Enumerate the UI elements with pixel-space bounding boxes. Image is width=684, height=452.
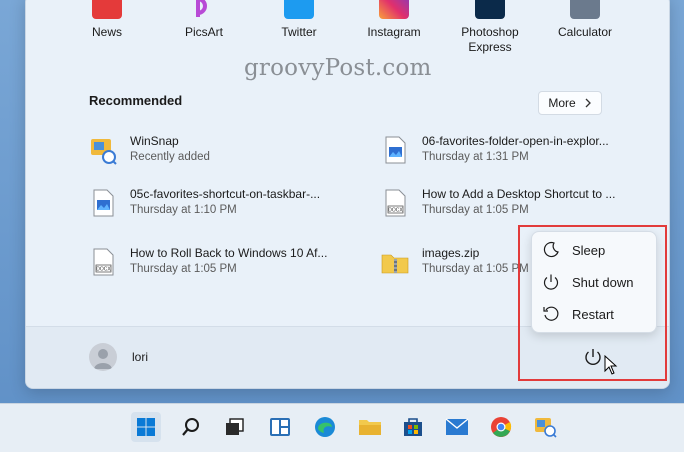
twitter-icon — [284, 0, 314, 19]
task-view-icon — [226, 418, 244, 435]
mouse-cursor-icon — [604, 355, 618, 375]
pinned-app-twitter[interactable]: Twitter — [254, 0, 344, 40]
recommended-item-name: How to Roll Back to Windows 10 Af... — [130, 246, 328, 260]
recommended-item-winsnap[interactable]: WinSnap Recently added — [89, 133, 329, 167]
recommended-item-06-favorites[interactable]: 06-favorites-folder-open-in-explor... Th… — [381, 133, 651, 167]
pinned-app-picsart[interactable]: PicsArt — [159, 0, 249, 40]
recommended-item-time: Thursday at 1:05 PM — [422, 204, 529, 216]
watermark: groovyPost.com — [244, 55, 432, 81]
pinned-app-label: Twitter — [281, 25, 317, 39]
highlight-annotation-box — [518, 225, 667, 381]
pinned-app-photoshop-express[interactable]: Photoshop Express — [445, 0, 535, 55]
file-explorer-button[interactable] — [355, 412, 385, 442]
recommended-item-name: How to Add a Desktop Shortcut to ... — [422, 187, 616, 201]
winsnap-icon — [91, 139, 117, 165]
recommended-item-time: Recently added — [130, 151, 210, 163]
recommended-item-name: images.zip — [422, 246, 480, 260]
recommended-item-roll-back[interactable]: DOCX How to Roll Back to Windows 10 Af..… — [89, 245, 359, 279]
svg-text:DOCX: DOCX — [388, 208, 403, 214]
picsart-icon — [189, 0, 219, 19]
pinned-app-calculator[interactable]: Calculator — [540, 0, 630, 40]
pinned-app-label: PicsArt — [184, 25, 223, 39]
pinned-app-label: Calculator — [557, 25, 613, 39]
docx-file-icon: DOCX — [93, 248, 114, 276]
more-button[interactable]: More — [538, 91, 602, 115]
docx-file-icon: DOCX — [385, 189, 406, 217]
edge-icon — [315, 417, 335, 437]
edge-button[interactable] — [310, 412, 340, 442]
pinned-apps-row: News PicsArt Twitter Instagram Photoshop… — [26, 0, 669, 55]
recommended-heading: Recommended — [89, 93, 183, 108]
pinned-app-label: Instagram — [367, 25, 421, 39]
image-file-icon — [385, 136, 406, 164]
pinned-app-news[interactable]: News — [62, 0, 152, 40]
calculator-icon — [570, 0, 600, 19]
recommended-item-05c-favorites[interactable]: 05c-favorites-shortcut-on-taskbar-... Th… — [89, 186, 359, 220]
recommended-item-name: WinSnap — [130, 134, 179, 148]
mail-button[interactable] — [442, 412, 472, 442]
image-file-icon — [93, 189, 114, 217]
pinned-app-label: News — [91, 25, 122, 39]
search-button[interactable] — [176, 412, 206, 442]
user-name[interactable]: lori — [132, 350, 148, 364]
recommended-item-name: 06-favorites-folder-open-in-explor... — [422, 134, 609, 148]
start-icon — [137, 418, 155, 436]
chrome-button[interactable] — [486, 412, 516, 442]
search-icon — [182, 418, 199, 436]
chevron-right-icon — [585, 98, 591, 108]
taskbar — [0, 403, 684, 452]
recommended-item-time: Thursday at 1:05 PM — [422, 263, 529, 275]
pinned-app-instagram[interactable]: Instagram — [349, 0, 439, 40]
user-icon — [94, 349, 112, 369]
widgets-icon — [270, 418, 290, 436]
recommended-item-desktop-shortcut[interactable]: DOCX How to Add a Desktop Shortcut to ..… — [381, 186, 651, 220]
recommended-item-time: Thursday at 1:31 PM — [422, 151, 529, 163]
recommended-item-time: Thursday at 1:10 PM — [130, 204, 237, 216]
zip-folder-icon — [381, 254, 409, 274]
recommended-item-name: 05c-favorites-shortcut-on-taskbar-... — [130, 187, 321, 201]
task-view-button[interactable] — [220, 412, 250, 442]
more-button-label: More — [548, 96, 576, 110]
instagram-icon — [379, 0, 409, 19]
pinned-app-label: Photoshop Express — [461, 25, 519, 54]
news-icon — [92, 0, 122, 19]
winsnap-taskbar-button[interactable] — [530, 412, 560, 442]
file-explorer-icon — [359, 420, 381, 435]
winsnap-icon — [535, 418, 557, 438]
store-icon — [404, 418, 422, 436]
recommended-item-time: Thursday at 1:05 PM — [130, 263, 237, 275]
start-button[interactable] — [131, 412, 161, 442]
widgets-button[interactable] — [265, 412, 295, 442]
photoshop-express-icon — [475, 0, 505, 19]
user-avatar[interactable] — [89, 343, 117, 371]
mail-icon — [445, 418, 469, 435]
store-button[interactable] — [398, 412, 428, 442]
svg-text:DOCX: DOCX — [96, 267, 111, 273]
chrome-icon — [491, 417, 512, 437]
